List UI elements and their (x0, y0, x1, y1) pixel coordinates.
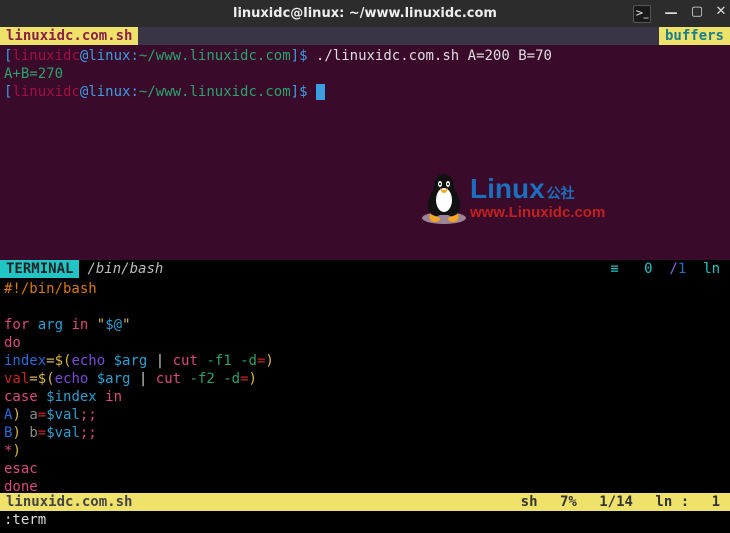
tab-file[interactable]: linuxidc.com.sh (0, 27, 138, 45)
vim-command-line[interactable]: :term (0, 511, 730, 529)
code-line: do (4, 334, 726, 352)
logo-text-main: Linux (470, 173, 545, 204)
window-titlebar: linuxidc@linux: ~/www.linuxidc.com >_ — … (0, 0, 730, 27)
code-line (4, 298, 726, 316)
terminal-line-3: [linuxidc@linux:~/www.linuxidc.com]$ (4, 83, 726, 101)
status-line: linuxidc.com.sh sh 7% 1/14 ln : 1 (0, 493, 730, 511)
status-filename: linuxidc.com.sh (0, 493, 138, 511)
code-line: B) b=$val;; (4, 424, 726, 442)
code-line: A) a=$val;; (4, 406, 726, 424)
status-right: sh 7% 1/14 ln : 1 (507, 493, 730, 511)
code-line: index=$(echo $arg | cut -f1 -d=) (4, 352, 726, 370)
tab-strip: linuxidc.com.sh buffers (0, 27, 730, 45)
terminal-badge: TERMINAL (0, 260, 79, 278)
terminal-line-1: [linuxidc@linux:~/www.linuxidc.com]$ ./l… (4, 47, 726, 65)
code-line: esac (4, 460, 726, 478)
logo-url: www.Linuxidc.com (470, 205, 605, 220)
code-line: val=$(echo $arg | cut -f2 -d=) (4, 370, 726, 388)
window-title: linuxidc@linux: ~/www.linuxidc.com (233, 6, 497, 21)
cursor (316, 84, 325, 100)
watermark-logo: Linux公社 www.Linuxidc.com (420, 155, 660, 240)
code-line: #!/bin/bash (4, 280, 726, 298)
logo-text-sub: 公社 (547, 185, 575, 201)
divider-stats: ≡ 0 /1 ln (610, 260, 730, 278)
shell-name: /bin/bash (79, 260, 171, 278)
code-line: case $index in (4, 388, 726, 406)
terminal-app-icon: >_ (633, 5, 651, 23)
code-line: *) (4, 442, 726, 460)
penguin-icon (420, 170, 468, 226)
window-close-button[interactable]: ✕ (712, 4, 730, 19)
terminal-output-pane[interactable]: [linuxidc@linux:~/www.linuxidc.com]$ ./l… (0, 45, 730, 260)
editor-pane[interactable]: #!/bin/bash for arg in "$@" do index=$(e… (0, 278, 730, 493)
window-minimize-button[interactable]: — (662, 6, 680, 21)
window-maximize-button[interactable]: ▢ (688, 4, 706, 19)
terminal-line-2: A+B=270 (4, 65, 726, 83)
buffers-label[interactable]: buffers (659, 27, 730, 45)
code-line: for arg in "$@" (4, 316, 726, 334)
hamburger-icon: ≡ (610, 261, 618, 277)
pane-divider: TERMINAL /bin/bash ≡ 0 /1 ln (0, 260, 730, 278)
